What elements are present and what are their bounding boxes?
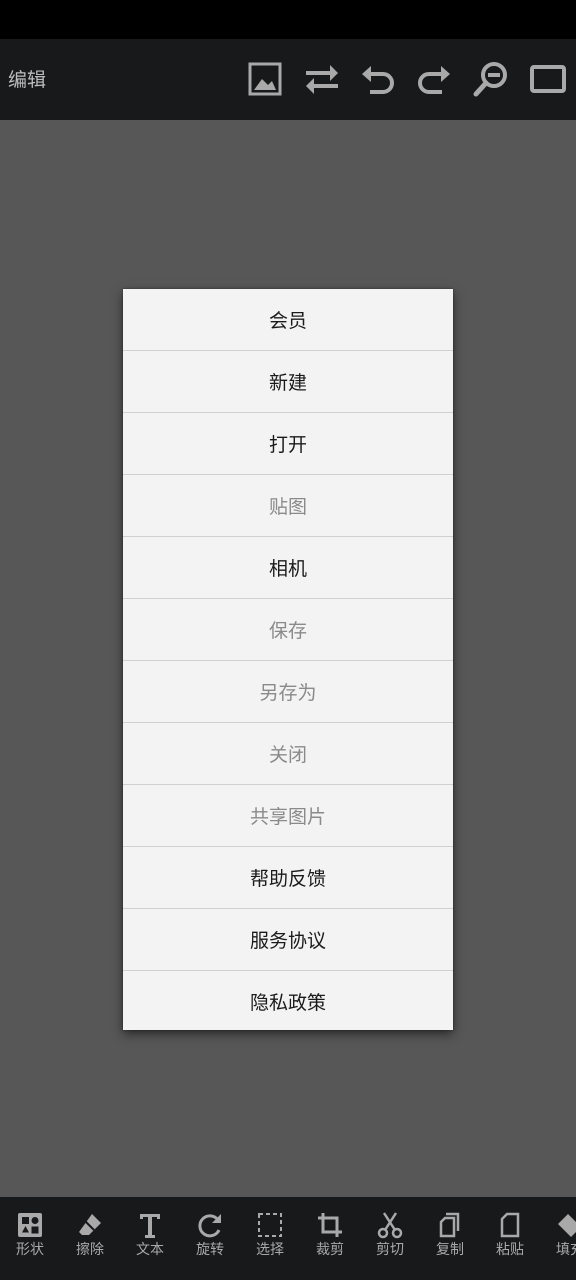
menu-item-share-image[interactable]: 共享图片 [123, 785, 453, 847]
menu-item-help-feedback[interactable]: 帮助反馈 [123, 847, 453, 909]
cut-icon [376, 1211, 404, 1239]
tool-rotate-label: 旋转 [196, 1242, 224, 1258]
tool-text[interactable]: 文本 [120, 1197, 180, 1280]
tool-copy-label: 复制 [436, 1242, 464, 1258]
text-icon [136, 1211, 164, 1239]
tool-text-label: 文本 [136, 1242, 164, 1258]
select-icon [256, 1211, 284, 1239]
menu-item-new[interactable]: 新建 [123, 351, 453, 413]
menu-item-camera[interactable]: 相机 [123, 537, 453, 599]
menu-item-save-as[interactable]: 另存为 [123, 661, 453, 723]
menu-item-service-agreement[interactable]: 服务协议 [123, 909, 453, 971]
fill-icon [556, 1211, 576, 1239]
tool-select-label: 选择 [256, 1242, 284, 1258]
status-bar [0, 0, 576, 39]
main-menu-popup: 会员 新建 打开 贴图 相机 保存 另存为 关闭 共享图片 帮助反馈 服务协议 … [123, 289, 453, 1030]
menu-item-open[interactable]: 打开 [123, 413, 453, 475]
tool-copy[interactable]: 复制 [420, 1197, 480, 1280]
tool-select[interactable]: 选择 [240, 1197, 300, 1280]
tool-crop-label: 裁剪 [316, 1242, 344, 1258]
tool-shapes-label: 形状 [16, 1242, 44, 1258]
swap-icon[interactable] [302, 59, 342, 99]
bottom-toolbar: 形状 擦除 文本 旋转 选择 裁剪 剪切 复制 粘贴 填 [0, 1197, 576, 1280]
undo-icon[interactable] [358, 59, 398, 99]
menu-item-close[interactable]: 关闭 [123, 723, 453, 785]
frame-icon[interactable] [528, 59, 568, 99]
crop-icon [316, 1211, 344, 1239]
menu-item-paste-image[interactable]: 贴图 [123, 475, 453, 537]
paste-icon [496, 1211, 524, 1239]
tool-fill-label: 填充 [556, 1242, 576, 1258]
page-title: 编辑 [8, 69, 47, 91]
rotate-icon [196, 1211, 224, 1239]
image-icon[interactable] [245, 59, 285, 99]
tool-shapes[interactable]: 形状 [0, 1197, 60, 1280]
zoom-out-icon[interactable] [471, 59, 511, 99]
top-app-bar: 编辑 [0, 39, 576, 120]
copy-icon [436, 1211, 464, 1239]
menu-item-save[interactable]: 保存 [123, 599, 453, 661]
tool-eraser[interactable]: 擦除 [60, 1197, 120, 1280]
menu-item-membership[interactable]: 会员 [123, 289, 453, 351]
tool-paste-label: 粘贴 [496, 1242, 524, 1258]
tool-cut[interactable]: 剪切 [360, 1197, 420, 1280]
tool-crop[interactable]: 裁剪 [300, 1197, 360, 1280]
shapes-icon [16, 1211, 44, 1239]
eraser-icon [76, 1211, 104, 1239]
redo-icon[interactable] [414, 59, 454, 99]
tool-eraser-label: 擦除 [76, 1242, 104, 1258]
menu-item-privacy-policy[interactable]: 隐私政策 [123, 971, 453, 1032]
tool-paste[interactable]: 粘贴 [480, 1197, 540, 1280]
tool-rotate[interactable]: 旋转 [180, 1197, 240, 1280]
tool-cut-label: 剪切 [376, 1242, 404, 1258]
tool-fill[interactable]: 填充 [540, 1197, 576, 1280]
